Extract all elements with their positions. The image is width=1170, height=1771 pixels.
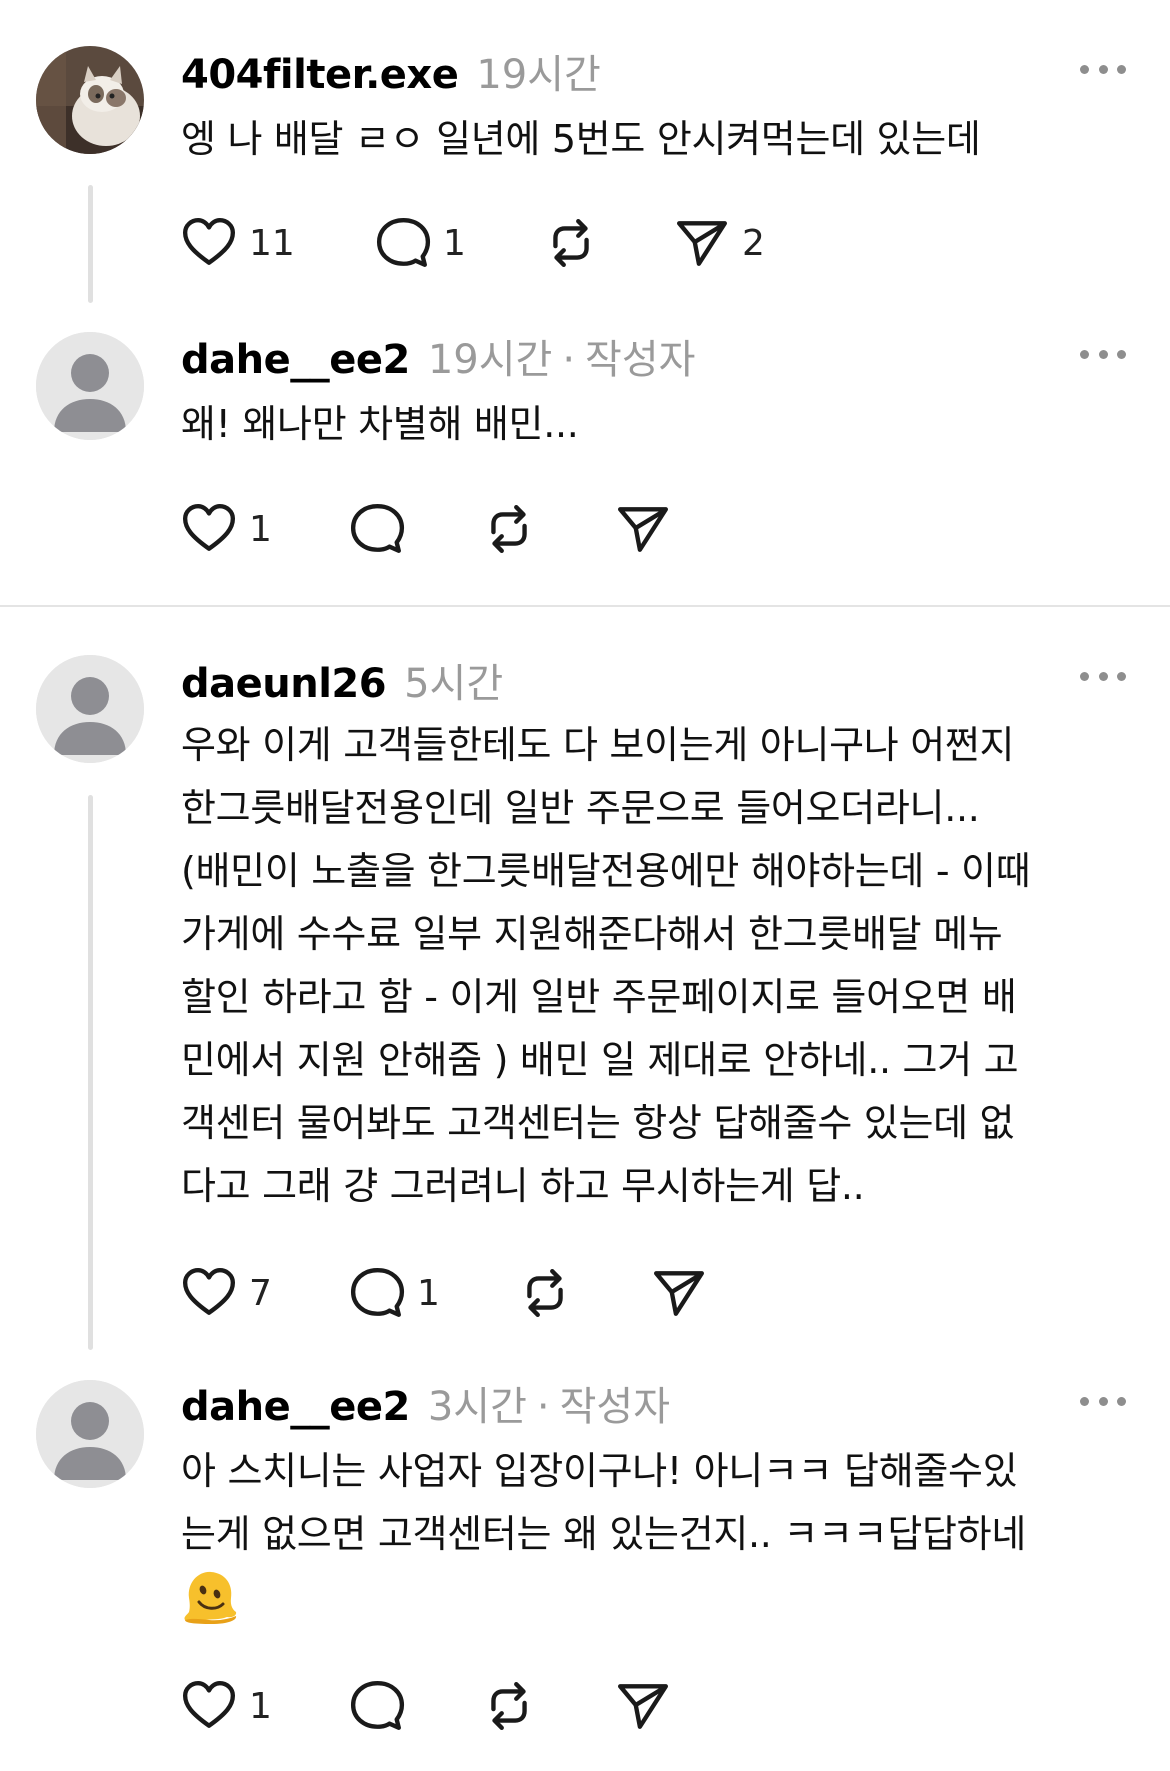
like-count: 1 (249, 1685, 272, 1727)
like-count: 1 (249, 508, 272, 550)
default-avatar-icon (36, 1380, 144, 1488)
username[interactable]: dahe__ee2 (181, 337, 410, 383)
more-icon[interactable] (1080, 344, 1126, 364)
post-header: dahe__ee2 19시간 · 작성자 (181, 327, 695, 383)
reply-count: 1 (417, 1272, 440, 1314)
cat-avatar-photo (36, 46, 144, 154)
repost-icon (481, 1678, 537, 1734)
reply-button[interactable]: 1 (375, 213, 466, 273)
melting-face-emoji (181, 1568, 239, 1626)
default-avatar-icon (36, 332, 144, 440)
username[interactable]: 404filter.exe (181, 52, 459, 98)
username[interactable]: dahe__ee2 (181, 1384, 410, 1430)
timestamp: 19시간 (476, 52, 601, 98)
repost-button[interactable] (481, 1676, 537, 1736)
post-text: 왜! 왜나만 차별해 배민... (181, 402, 579, 446)
post-header: 404filter.exe 19시간 (181, 42, 601, 98)
like-count: 11 (249, 222, 295, 264)
comment-icon (349, 501, 405, 557)
like-count: 7 (249, 1272, 272, 1314)
avatar[interactable] (36, 1380, 144, 1488)
post-text: 우와 이게 고객들한테도 다 보이는게 아니구나 어쩐지 한그릇배달전용인데 일… (181, 723, 1031, 1208)
heart-icon (181, 1678, 237, 1734)
thread-line (88, 795, 93, 1350)
avatar[interactable] (36, 46, 144, 154)
more-icon[interactable] (1080, 59, 1126, 79)
repost-button[interactable] (543, 213, 599, 273)
repost-button[interactable] (517, 1263, 573, 1323)
like-button[interactable]: 11 (181, 213, 295, 273)
repost-button[interactable] (481, 499, 537, 559)
share-count: 2 (742, 222, 765, 264)
timestamp: 5시간 (404, 661, 504, 707)
reply-count: 1 (443, 222, 466, 264)
like-button[interactable]: 1 (181, 1676, 272, 1736)
post-text: 엥 나 배달 ㄹㅇ 일년에 5번도 안시켜먹는데 있는데 (181, 117, 981, 161)
author-badge: 작성자 (559, 1384, 671, 1430)
heart-icon (181, 501, 237, 557)
send-icon (651, 1265, 707, 1321)
thread-divider (0, 605, 1170, 607)
like-button[interactable]: 7 (181, 1263, 272, 1323)
share-button[interactable] (615, 1676, 671, 1736)
repost-icon (517, 1265, 573, 1321)
repost-icon (481, 501, 537, 557)
comment-icon (349, 1678, 405, 1734)
comment-icon (349, 1265, 405, 1321)
timestamp: 19시간 (427, 337, 553, 383)
avatar[interactable] (36, 332, 144, 440)
heart-icon (181, 215, 237, 271)
separator: · (536, 1384, 550, 1430)
heart-icon (181, 1265, 237, 1321)
share-button[interactable]: 2 (674, 213, 765, 273)
send-icon (615, 501, 671, 557)
username[interactable]: daeunl26 (181, 661, 387, 707)
share-button[interactable] (651, 1263, 707, 1323)
reply-button[interactable]: 1 (349, 1263, 440, 1323)
post-header: dahe__ee2 3시간 · 작성자 (181, 1374, 670, 1430)
send-icon (674, 215, 730, 271)
author-badge: 작성자 (585, 337, 696, 383)
repost-icon (543, 215, 599, 271)
post-header: daeunl26 5시간 (181, 651, 503, 707)
default-avatar-icon (36, 655, 144, 763)
comment-icon (375, 215, 431, 271)
send-icon (615, 1678, 671, 1734)
share-button[interactable] (615, 499, 671, 559)
post-text: 아 스치니는 사업자 입장이구나! 아니ㅋㅋ 답해줄수있 는게 없으면 고객센터… (181, 1449, 1026, 1556)
separator: · (562, 337, 576, 383)
reply-button[interactable] (349, 499, 405, 559)
like-button[interactable]: 1 (181, 499, 272, 559)
avatar[interactable] (36, 655, 144, 763)
reply-button[interactable] (349, 1676, 405, 1736)
thread-line (88, 185, 93, 303)
more-icon[interactable] (1080, 1391, 1126, 1411)
timestamp: 3시간 (427, 1384, 527, 1430)
more-icon[interactable] (1080, 666, 1126, 686)
